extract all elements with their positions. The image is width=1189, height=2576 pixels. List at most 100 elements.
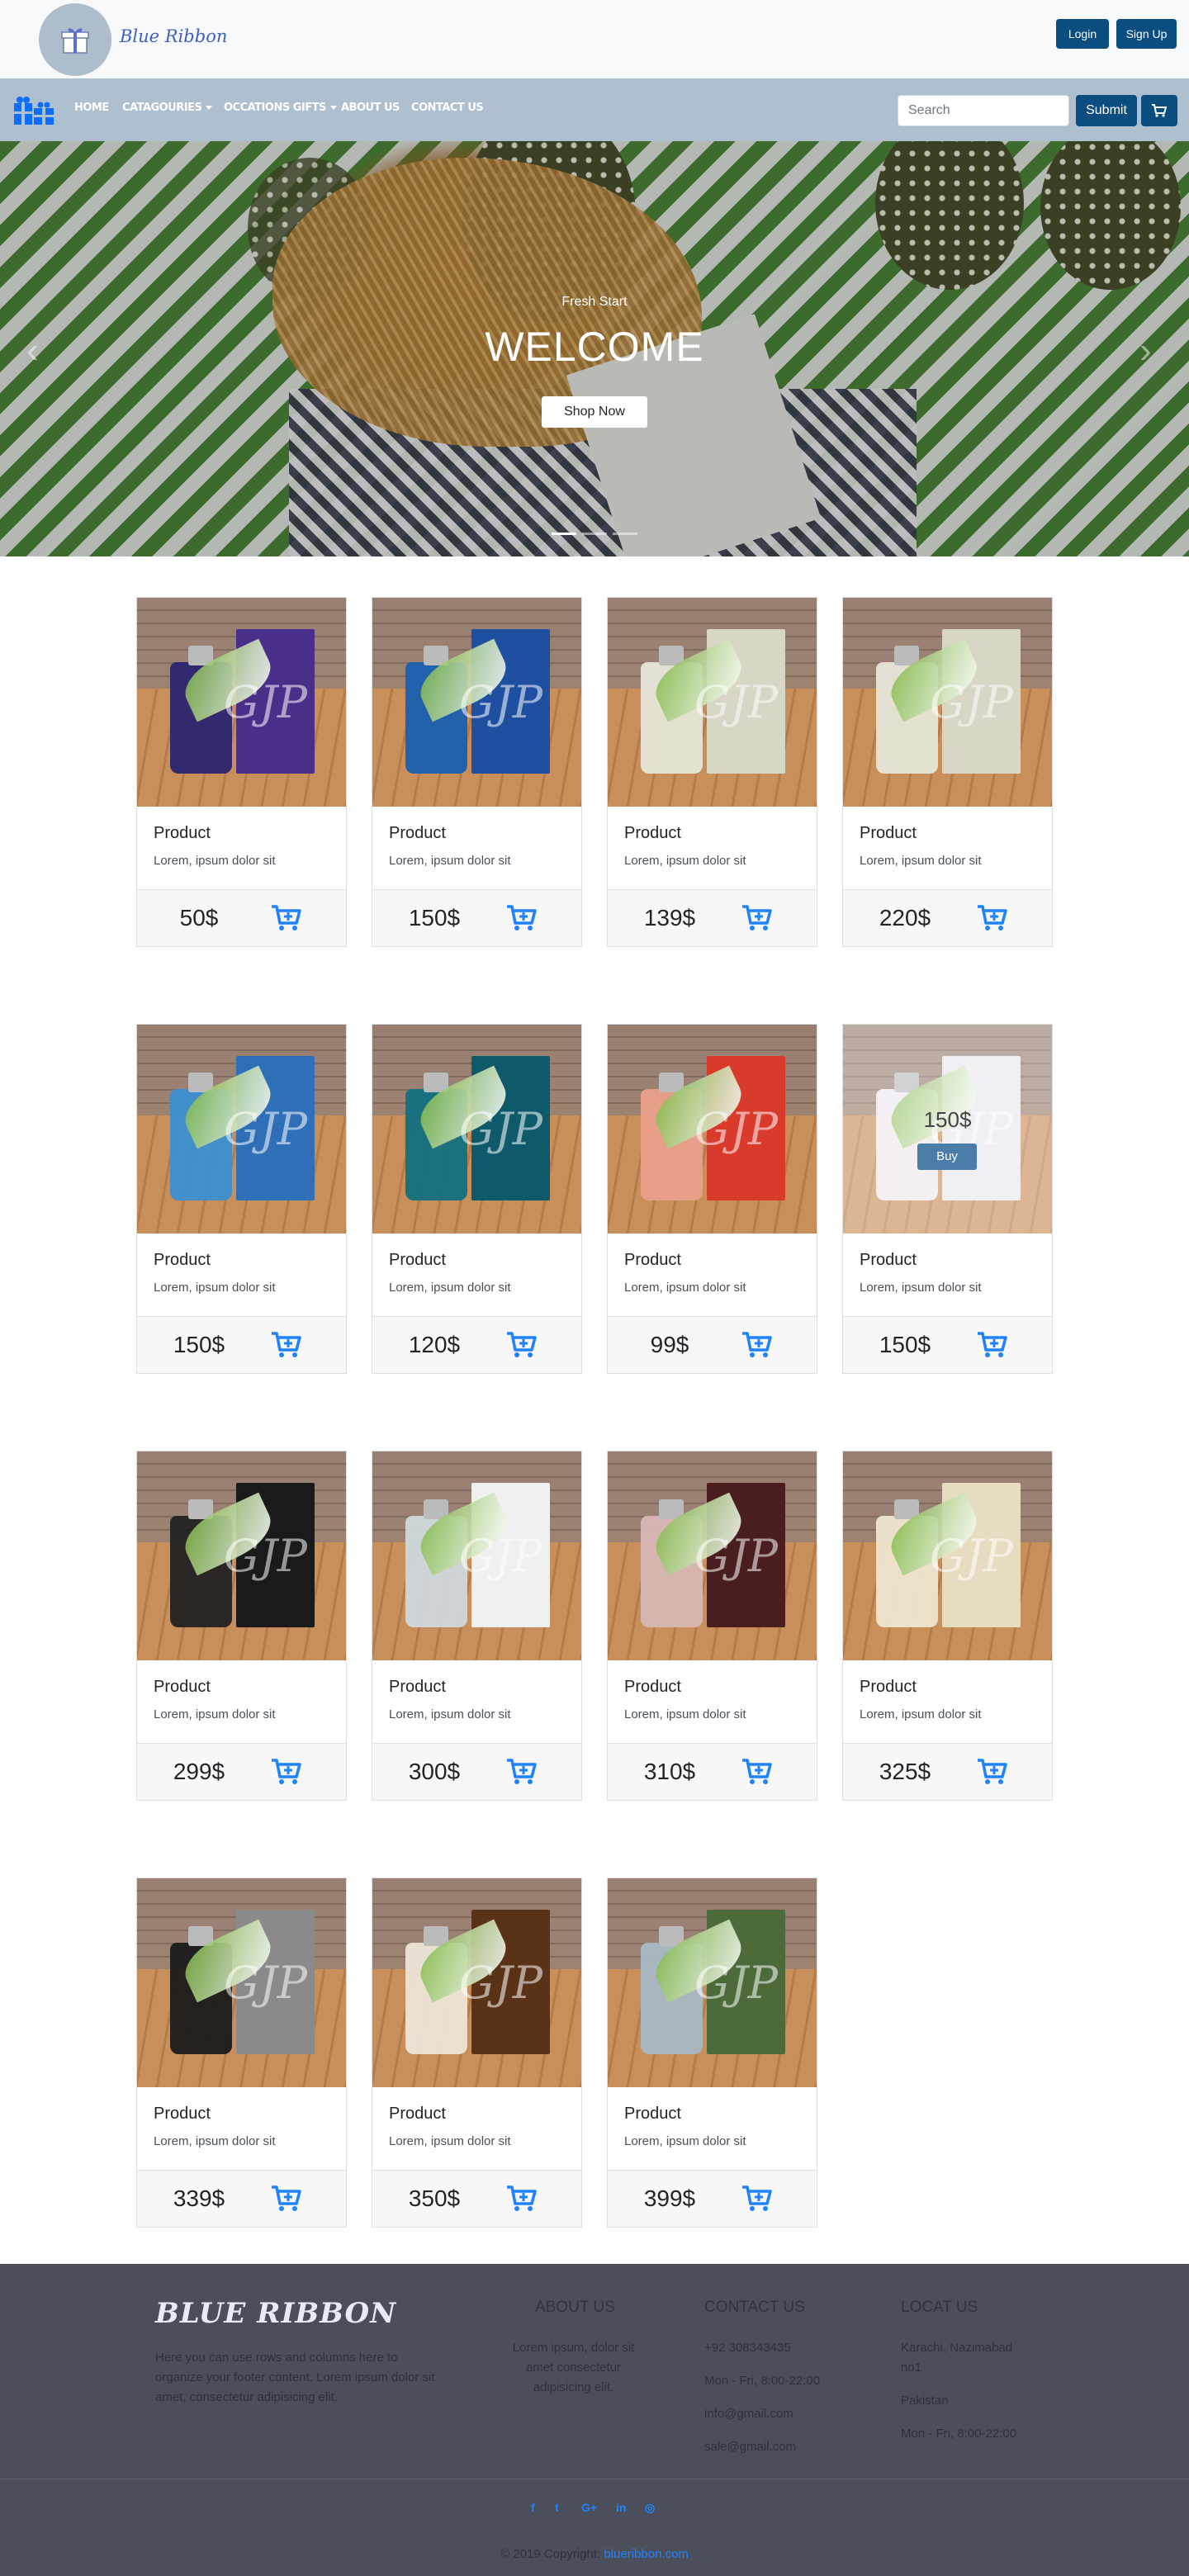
instagram-icon[interactable]: ◎ (645, 2501, 655, 2515)
product-card[interactable]: GJP Product Lorem, ipsum dolor sit 220$ (842, 597, 1053, 947)
product-image[interactable]: GJP (843, 1451, 1052, 1660)
footer-logo[interactable]: BLUE RIBBON (155, 2297, 396, 2330)
logo-gift-icon[interactable] (39, 3, 111, 76)
product-price: 150$ (879, 1332, 931, 1357)
product-card-footer: 120$ (372, 1316, 581, 1373)
product-card[interactable]: GJP Product Lorem, ipsum dolor sit 99$ (607, 1024, 817, 1374)
product-image[interactable]: GJP (372, 1878, 581, 2087)
shop-now-button[interactable]: Shop Now (542, 396, 647, 428)
login-button[interactable]: Login (1056, 19, 1109, 49)
product-card[interactable]: GJP Product Lorem, ipsum dolor sit 50$ (136, 597, 347, 947)
product-title[interactable]: Product (389, 2105, 446, 2124)
product-title[interactable]: Product (860, 1678, 917, 1697)
footer-about-body: Lorem ipsum, dolor sit amet consectetur … (512, 2341, 635, 2394)
product-image[interactable]: GJP (843, 598, 1052, 807)
facebook-icon[interactable]: f (531, 2501, 535, 2514)
hero-carousel[interactable]: Fresh Start WELCOME Shop Now ‹ › (0, 141, 1189, 556)
add-to-cart-icon[interactable] (742, 1332, 772, 1362)
product-title[interactable]: Product (624, 824, 681, 843)
add-to-cart-icon[interactable] (742, 905, 772, 935)
product-image[interactable]: GJP (608, 598, 817, 807)
product-image[interactable]: GJP (372, 598, 581, 807)
add-to-cart-icon[interactable] (272, 2185, 301, 2216)
product-card[interactable]: GJP Product Lorem, ipsum dolor sit 139$ (607, 597, 817, 947)
nav-about-us[interactable]: ABOUT US (341, 102, 400, 114)
add-to-cart-icon[interactable] (742, 2185, 772, 2216)
product-price: 99$ (650, 1332, 689, 1357)
add-to-cart-icon[interactable] (272, 905, 301, 935)
product-title[interactable]: Product (389, 824, 446, 843)
site-footer: BLUE RIBBON Here you can use rows and co… (0, 2264, 1189, 2576)
product-card[interactable]: GJP Product Lorem, ipsum dolor sit 300$ (372, 1451, 582, 1801)
brand-gifts-icon[interactable] (12, 92, 55, 130)
product-card[interactable]: GJP Product Lorem, ipsum dolor sit 310$ (607, 1451, 817, 1801)
product-title[interactable]: Product (154, 1251, 211, 1270)
buy-button[interactable]: Buy (917, 1144, 977, 1170)
product-card[interactable]: GJP Product Lorem, ipsum dolor sit 399$ (607, 1878, 817, 2228)
carousel-indicator-2[interactable] (582, 533, 607, 535)
product-card[interactable]: GJP Product Lorem, ipsum dolor sit 339$ (136, 1878, 347, 2228)
add-to-cart-icon[interactable] (272, 1759, 301, 1789)
add-to-cart-icon[interactable] (507, 1759, 537, 1789)
product-image[interactable]: GJP 150$ Buy (843, 1025, 1052, 1234)
product-title[interactable]: Product (624, 2105, 681, 2124)
cart-button[interactable] (1141, 95, 1177, 126)
product-image[interactable]: GJP (608, 1451, 817, 1660)
footer-about-text: Here you can use rows and columns here t… (155, 2351, 435, 2404)
product-title[interactable]: Product (860, 824, 917, 843)
product-title[interactable]: Product (154, 1678, 211, 1697)
add-to-cart-icon[interactable] (507, 1332, 537, 1362)
product-card[interactable]: GJP Product Lorem, ipsum dolor sit 150$ (136, 1024, 347, 1374)
nav-home[interactable]: HOME (74, 102, 109, 114)
add-to-cart-icon[interactable] (507, 905, 537, 935)
logo-text[interactable]: Blue Ribbon (120, 26, 227, 46)
nav-occations-gifts[interactable]: OCCATIONS GIFTS (224, 102, 337, 114)
product-card[interactable]: GJP Product Lorem, ipsum dolor sit 150$ (372, 597, 582, 947)
product-title[interactable]: Product (624, 1251, 681, 1270)
product-card[interactable]: GJP Product Lorem, ipsum dolor sit 350$ (372, 1878, 582, 2228)
product-price: 310$ (643, 1759, 696, 1784)
linkedin-icon[interactable]: in (616, 2501, 626, 2514)
search-submit-button[interactable]: Submit (1076, 95, 1137, 126)
product-title[interactable]: Product (389, 1678, 446, 1697)
footer-contact-title: CONTACT US (704, 2299, 805, 2316)
add-to-cart-icon[interactable] (272, 1332, 301, 1362)
product-image[interactable]: GJP (137, 1451, 346, 1660)
carousel-prev-icon[interactable]: ‹ (26, 333, 39, 369)
add-to-cart-icon[interactable] (978, 1332, 1007, 1362)
shopping-cart-icon (1152, 104, 1167, 117)
product-image[interactable]: GJP (608, 1025, 817, 1234)
product-description: Lorem, ipsum dolor sit (389, 2134, 511, 2148)
product-title[interactable]: Product (389, 1251, 446, 1270)
carousel-indicator-1[interactable] (552, 533, 576, 535)
product-image[interactable]: GJP (608, 1878, 817, 2087)
product-image[interactable]: GJP (372, 1025, 581, 1234)
nav-catagouries[interactable]: CATAGOURIES (122, 102, 213, 114)
product-title[interactable]: Product (154, 2105, 211, 2124)
search-input[interactable] (898, 95, 1069, 126)
add-to-cart-icon[interactable] (978, 1759, 1007, 1789)
carousel-next-icon[interactable]: › (1139, 333, 1152, 369)
google-plus-icon[interactable]: G+ (581, 2501, 597, 2514)
product-card[interactable]: GJP 150$ Buy Product Lorem, ipsum dolor sit 1… (842, 1024, 1053, 1374)
product-card[interactable]: GJP Product Lorem, ipsum dolor sit 325$ (842, 1451, 1053, 1801)
product-image[interactable]: GJP (137, 1025, 346, 1234)
copyright-link[interactable]: blueribbon.com (604, 2547, 689, 2561)
footer-info-email[interactable]: info@gmail.com (704, 2404, 793, 2424)
add-to-cart-icon[interactable] (978, 905, 1007, 935)
nav-contact-us[interactable]: CONTACT US (411, 102, 484, 114)
signup-button[interactable]: Sign Up (1116, 19, 1177, 49)
add-to-cart-icon[interactable] (742, 1759, 772, 1789)
product-title[interactable]: Product (860, 1251, 917, 1270)
product-image[interactable]: GJP (137, 1878, 346, 2087)
product-title[interactable]: Product (624, 1678, 681, 1697)
product-image[interactable]: GJP (372, 1451, 581, 1660)
twitter-icon[interactable]: t (555, 2501, 559, 2514)
product-image[interactable]: GJP (137, 598, 346, 807)
product-card[interactable]: GJP Product Lorem, ipsum dolor sit 299$ (136, 1451, 347, 1801)
add-to-cart-icon[interactable] (507, 2185, 537, 2216)
footer-sale-email[interactable]: sale@gmail.com (704, 2437, 796, 2457)
product-card[interactable]: GJP Product Lorem, ipsum dolor sit 120$ (372, 1024, 582, 1374)
carousel-indicator-3[interactable] (613, 533, 637, 535)
product-title[interactable]: Product (154, 824, 211, 843)
